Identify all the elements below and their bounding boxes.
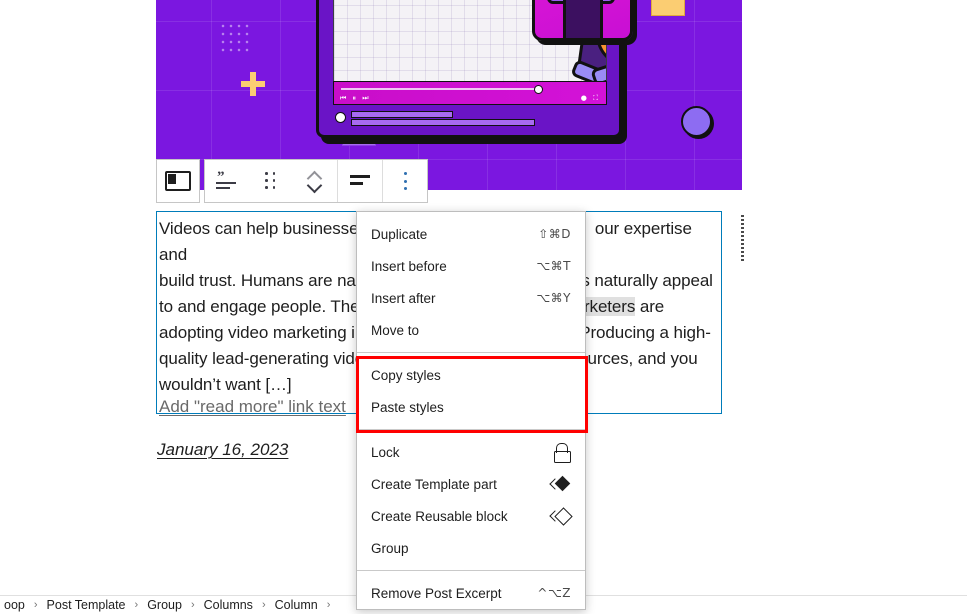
excerpt-line-5: quality lead-generating vide — [159, 349, 365, 368]
breadcrumb-item-group[interactable]: Group — [147, 598, 182, 612]
menu-divider-2 — [357, 429, 585, 430]
breadcrumb-separator: › — [190, 599, 195, 611]
excerpt-line-2: build trust. Humans are nat — [159, 271, 361, 290]
block-type-button[interactable]: ” — [205, 160, 249, 202]
magenta-card-illustration — [532, 0, 633, 41]
plus-decoration-icon — [241, 72, 265, 96]
excerpt-right-4: Producing a high- — [579, 323, 711, 342]
breadcrumb-item-loop[interactable]: oop — [4, 598, 25, 612]
scrubber-thumb — [534, 85, 543, 94]
menu-item-label: Insert before — [371, 258, 447, 274]
excerpt-line-4: adopting video marketing in — [159, 323, 365, 342]
menu-item-copy-styles[interactable]: Copy styles — [357, 359, 585, 391]
fullscreen-icons: ● ⛶ — [580, 94, 600, 102]
menu-item-create-template-part[interactable]: Create Template part — [357, 468, 585, 500]
excerpt-right-3: are — [635, 297, 665, 316]
breadcrumb-separator: › — [33, 599, 38, 611]
template-part-icon — [549, 474, 571, 494]
menu-divider-1 — [357, 352, 585, 353]
align-left-icon — [350, 174, 370, 188]
menu-item-label: Create Template part — [371, 476, 497, 492]
menu-item-label: Duplicate — [371, 226, 428, 242]
lavender-circle-decoration — [681, 106, 712, 137]
menu-item-label: Copy styles — [371, 367, 441, 383]
menu-item-label: Lock — [371, 444, 400, 460]
post-excerpt-icon: ” — [216, 169, 238, 191]
toolbar-group-main: ” — [204, 159, 428, 203]
block-toolbar: ” — [156, 159, 428, 203]
video-scrubber: ⏮ ⏸ ⏭ ● ⛶ — [333, 81, 607, 105]
person-legs — [563, 0, 603, 38]
menu-item-shortcut: ⌥⌘Y — [536, 291, 571, 305]
align-text-button[interactable] — [338, 160, 382, 202]
dot-grid-decoration — [219, 22, 249, 52]
menu-item-label: Create Reusable block — [371, 508, 508, 524]
laptop-base — [333, 109, 605, 126]
menu-item-remove-post-excerpt[interactable]: Remove Post Excerpt ^⌥Z — [357, 577, 585, 609]
base-bar-long — [351, 119, 535, 126]
more-vertical-icon — [403, 172, 407, 190]
menu-item-move-to[interactable]: Move to — [357, 314, 585, 346]
options-button[interactable] — [383, 160, 427, 202]
sidebar-icon — [165, 171, 191, 191]
toolbar-group-sidebar — [156, 159, 200, 203]
chevron-up-down-icon — [306, 168, 324, 194]
read-more-link-placeholder[interactable]: Add "read more" link text — [159, 397, 346, 417]
yellow-square-decoration — [651, 0, 685, 16]
laptop-illustration: ⏮ ⏸ ⏭ ● ⛶ — [316, 0, 633, 138]
menu-item-insert-before[interactable]: Insert before ⌥⌘T — [357, 250, 585, 282]
menu-item-insert-after[interactable]: Insert after ⌥⌘Y — [357, 282, 585, 314]
scrubber-track — [341, 88, 541, 90]
drag-handle-icon — [265, 172, 277, 190]
menu-item-shortcut: ⇧⌘D — [538, 227, 571, 241]
move-updown-button[interactable] — [293, 160, 337, 202]
menu-item-label: Group — [371, 540, 409, 556]
breadcrumb-item-columns[interactable]: Columns — [204, 598, 253, 612]
menu-item-label: Move to — [371, 322, 420, 338]
block-options-menu: Duplicate ⇧⌘D Insert before ⌥⌘T Insert a… — [356, 211, 586, 610]
breadcrumb-separator: › — [134, 599, 139, 611]
excerpt-right-2: s naturally appeal — [581, 271, 713, 290]
excerpt-selected-text: rketers — [583, 297, 636, 316]
menu-item-label: Remove Post Excerpt — [371, 585, 502, 601]
menu-item-paste-styles[interactable]: Paste styles — [357, 391, 585, 423]
menu-item-shortcut: ⌥⌘T — [536, 259, 571, 273]
playback-controls-icons: ⏮ ⏸ ⏭ — [340, 94, 371, 102]
menu-item-shortcut: ^⌥Z — [537, 586, 571, 600]
breadcrumb-separator: › — [326, 599, 331, 611]
base-bar-short — [351, 111, 453, 118]
menu-divider-3 — [357, 570, 585, 571]
excerpt-right-5: ources, and you — [578, 349, 698, 368]
menu-item-group[interactable]: Group — [357, 532, 585, 564]
excerpt-line-1: Videos can help businesses — [159, 219, 367, 238]
menu-item-lock[interactable]: Lock — [357, 436, 585, 468]
lock-icon — [551, 442, 571, 463]
menu-item-duplicate[interactable]: Duplicate ⇧⌘D — [357, 218, 585, 250]
drag-handle-button[interactable] — [249, 160, 293, 202]
menu-item-label: Insert after — [371, 290, 436, 306]
block-resize-handle[interactable] — [741, 215, 744, 263]
editor-canvas: ⏮ ⏸ ⏭ ● ⛶ ” Videos can help businesses o… — [0, 0, 967, 614]
post-date-block[interactable]: January 16, 2023 — [157, 440, 288, 460]
base-dot — [335, 112, 346, 123]
menu-item-label: Paste styles — [371, 399, 444, 415]
breadcrumb-item-post-template[interactable]: Post Template — [47, 598, 126, 612]
breadcrumb-item-column[interactable]: Column — [275, 598, 318, 612]
reusable-block-icon — [549, 506, 573, 526]
breadcrumb-separator: › — [261, 599, 266, 611]
sidebar-toggle-button[interactable] — [157, 160, 199, 202]
excerpt-line-6: wouldn’t want […] — [159, 375, 292, 394]
menu-item-create-reusable-block[interactable]: Create Reusable block — [357, 500, 585, 532]
excerpt-line-3: to and engage people. Ther — [159, 297, 365, 316]
